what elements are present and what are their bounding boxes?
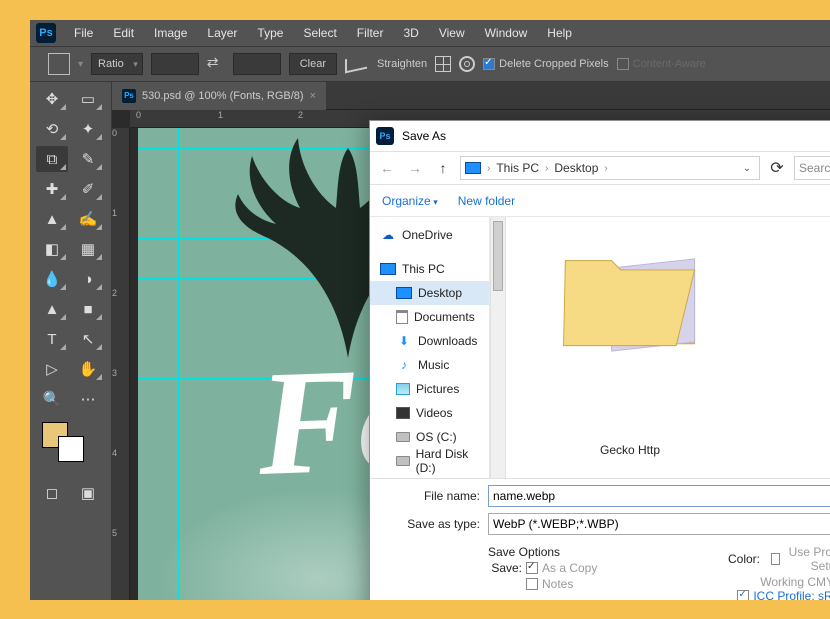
tree-videos[interactable]: Videos: [370, 401, 489, 425]
screenmode-icon[interactable]: ▣: [72, 480, 104, 506]
tree-pictures[interactable]: Pictures: [370, 377, 489, 401]
ratio-height-field[interactable]: [233, 53, 281, 75]
tool-zoom[interactable]: 🔍: [36, 386, 68, 412]
filename-input[interactable]: name.webp: [488, 485, 830, 507]
straighten-icon[interactable]: [345, 55, 367, 74]
refresh-icon[interactable]: ⟳: [766, 157, 788, 179]
ps-icon: Ps: [376, 127, 394, 145]
content-aware-check: Content-Aware: [617, 58, 706, 70]
tree-onedrive[interactable]: ☁OneDrive: [370, 223, 489, 247]
tool-eyedropper[interactable]: ✎: [72, 146, 104, 172]
breadcrumb[interactable]: › This PC › Desktop › ⌄: [460, 156, 760, 180]
new-folder-button[interactable]: New folder: [458, 194, 515, 208]
crop-icon[interactable]: [48, 53, 70, 75]
tree-downloads[interactable]: ⬇Downloads: [370, 329, 489, 353]
tool-type[interactable]: T: [36, 326, 68, 352]
nav-tree: ☁OneDrive This PC Desktop Documents ⬇Dow…: [370, 217, 490, 478]
save-sublabel: Save:: [488, 561, 522, 575]
menu-3d[interactable]: 3D: [393, 22, 428, 44]
tree-hdd[interactable]: Hard Disk (D:): [370, 449, 489, 473]
organize-menu[interactable]: Organize: [382, 194, 438, 208]
menu-edit[interactable]: Edit: [103, 22, 144, 44]
nav-back-icon[interactable]: ←: [376, 157, 398, 179]
ratio-width-field[interactable]: [151, 53, 199, 75]
close-tab-icon[interactable]: ×: [310, 90, 316, 102]
tool-eraser[interactable]: ◧: [36, 236, 68, 262]
tool-pen[interactable]: ▲: [36, 296, 68, 322]
quickmask-icon[interactable]: ◻: [36, 480, 68, 506]
tool-history-brush[interactable]: ✍: [72, 206, 104, 232]
tool-hand[interactable]: ✋: [72, 356, 104, 382]
overlay-grid-icon[interactable]: [435, 56, 451, 72]
menu-help[interactable]: Help: [537, 22, 582, 44]
ratio-select[interactable]: Ratio: [91, 53, 143, 75]
tool-blur[interactable]: 💧: [36, 266, 68, 292]
clear-button[interactable]: Clear: [289, 53, 337, 75]
menu-view[interactable]: View: [429, 22, 475, 44]
tool-path[interactable]: ↖: [72, 326, 104, 352]
tree-music[interactable]: ♪Music: [370, 353, 489, 377]
savetype-label: Save as type:: [380, 517, 480, 531]
nav-up-icon[interactable]: ↑: [432, 157, 454, 179]
menu-window[interactable]: Window: [475, 22, 538, 44]
ps-logo: Ps: [36, 23, 56, 43]
savetype-select[interactable]: WebP (*.WEBP;*.WBP): [488, 513, 830, 535]
dialog-title: Save As: [402, 129, 446, 143]
nav-fwd-icon: →: [404, 157, 426, 179]
tool-lasso[interactable]: ⟲: [36, 116, 68, 142]
toolbox: ✥▭ ⟲✦ ⧉✎ ✚✐ ▲✍ ◧▦ 💧◑ ▲■ T↖ ▷✋ 🔍⋯ ◻▣: [30, 82, 112, 600]
ruler-vertical: 0 1 2 3 4 5 6: [112, 128, 130, 600]
icc-profile-check[interactable]: [737, 590, 749, 600]
tool-crop[interactable]: ⧉: [36, 146, 68, 172]
chevron-down-icon[interactable]: ⌄: [743, 163, 755, 174]
tool-direct[interactable]: ▷: [36, 356, 68, 382]
tree-scrollbar[interactable]: [490, 217, 506, 478]
menu-image[interactable]: Image: [144, 22, 197, 44]
straighten-label[interactable]: Straighten: [377, 58, 427, 70]
tool-heal[interactable]: ✚: [36, 176, 68, 202]
menu-filter[interactable]: Filter: [347, 22, 394, 44]
save-as-dialog: Ps Save As ← → ↑ › This PC › Desktop › ⌄…: [369, 120, 830, 600]
color-swatches[interactable]: [36, 416, 105, 460]
tree-documents[interactable]: Documents: [370, 305, 489, 329]
search-input[interactable]: Search: [794, 156, 830, 180]
tree-thispc[interactable]: This PC: [370, 257, 489, 281]
tool-more[interactable]: ⋯: [72, 386, 104, 412]
color-label: Color:: [728, 552, 760, 566]
document-tab[interactable]: Ps 530.psd @ 100% (Fonts, RGB/8) ×: [112, 82, 326, 110]
menu-layer[interactable]: Layer: [197, 22, 247, 44]
tool-move[interactable]: ✥: [36, 86, 68, 112]
tool-gradient[interactable]: ▦: [72, 236, 104, 262]
delete-cropped-check[interactable]: Delete Cropped Pixels: [483, 58, 608, 70]
pc-icon: [465, 162, 481, 174]
folder-item[interactable]: Gecko Http: [550, 233, 710, 457]
background-swatch[interactable]: [58, 436, 84, 462]
menu-select[interactable]: Select: [293, 22, 346, 44]
menu-type[interactable]: Type: [247, 22, 293, 44]
tool-shape[interactable]: ■: [72, 296, 104, 322]
filename-label: File name:: [380, 489, 480, 503]
tool-wand[interactable]: ✦: [72, 116, 104, 142]
proof-setup-check: [771, 553, 780, 565]
as-copy-check[interactable]: [526, 562, 538, 574]
menu-file[interactable]: File: [64, 22, 103, 44]
swap-icon[interactable]: [207, 55, 225, 73]
save-options-header: Save Options: [488, 545, 728, 559]
tree-os-c[interactable]: OS (C:): [370, 425, 489, 449]
crop-settings-icon[interactable]: [459, 56, 475, 72]
tool-marquee[interactable]: ▭: [72, 86, 104, 112]
file-view[interactable]: Gecko Http: [506, 217, 830, 478]
tree-desktop[interactable]: Desktop: [370, 281, 489, 305]
notes-check: [526, 578, 538, 590]
tool-stamp[interactable]: ▲: [36, 206, 68, 232]
psd-icon: Ps: [122, 89, 136, 103]
tool-dodge[interactable]: ◑: [72, 266, 104, 292]
tool-brush[interactable]: ✐: [72, 176, 104, 202]
